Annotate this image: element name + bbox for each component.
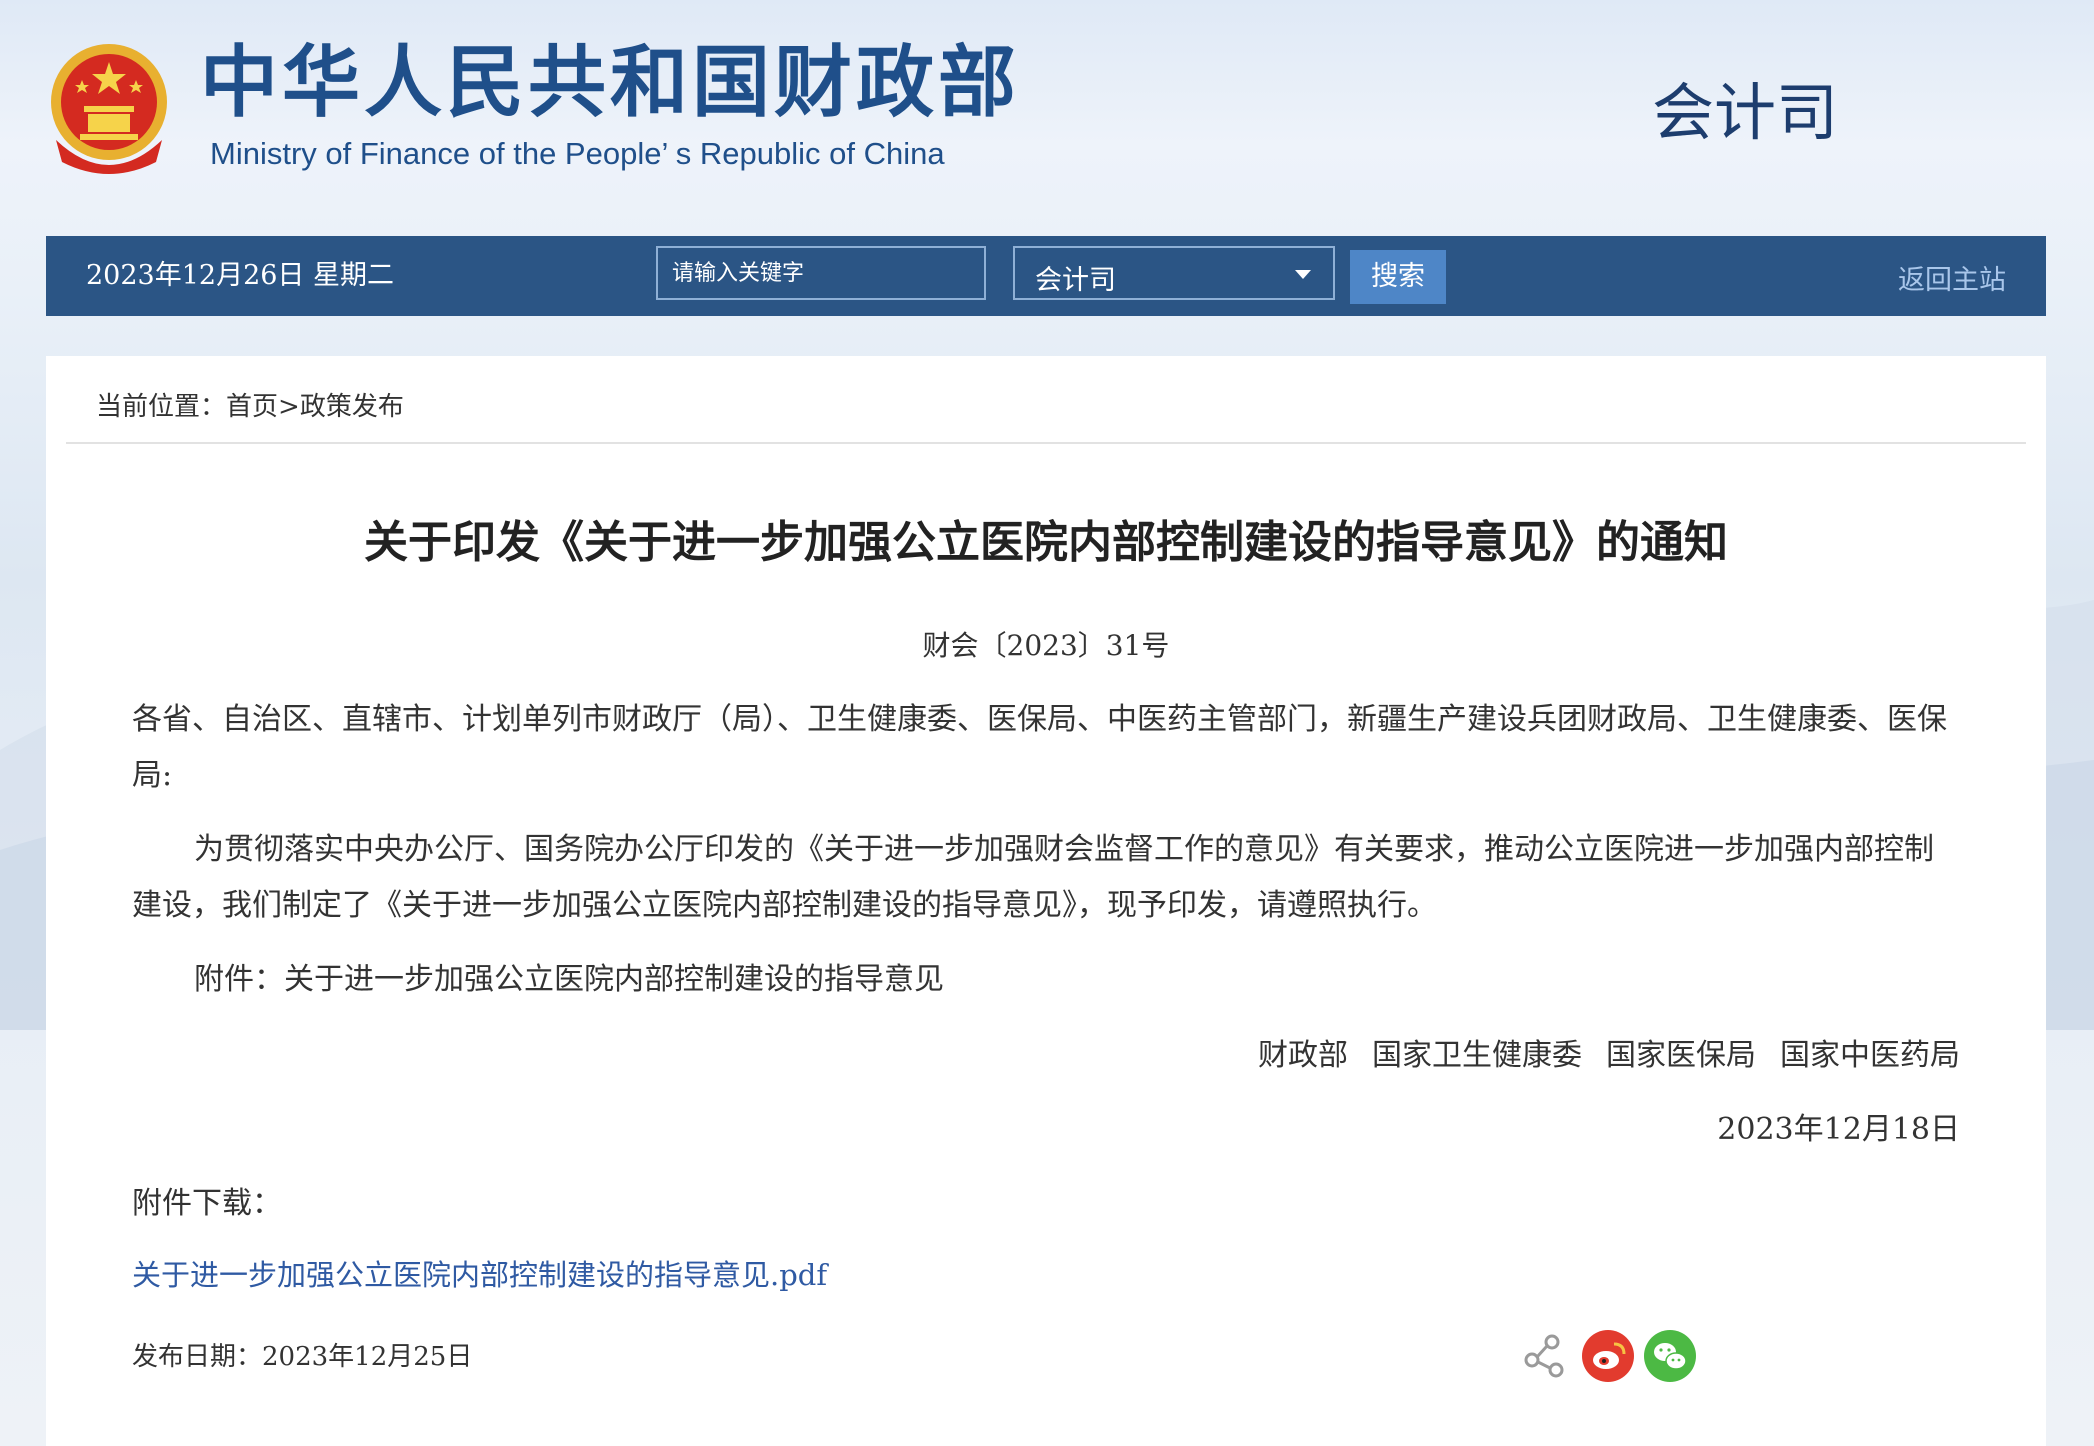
document-number: 财会〔2023〕31号 (922, 629, 1170, 662)
department-title: 会计司 (1652, 76, 1839, 149)
breadcrumb-home-link[interactable]: 首页 (226, 392, 278, 422)
breadcrumb-prefix: 当前位置： (96, 392, 227, 422)
attachment-pdf-link[interactable]: 关于进一步加强公立医院内部控制建设的指导意见.pdf (132, 1252, 827, 1294)
content-panel: 当前位置：首页>政策发布 关于印发《关于进一步加强公立医院内部控制建设的指导意见… (46, 356, 2046, 1446)
breadcrumb-current-link[interactable]: 政策发布 (300, 392, 404, 422)
breadcrumb: 当前位置：首页>政策发布 (96, 386, 404, 423)
breadcrumb-separator: > (278, 392, 300, 422)
search-input[interactable] (656, 246, 986, 300)
signer: 国家中医药局 (1780, 1038, 1960, 1073)
chevron-down-icon (1295, 270, 1311, 279)
return-home-link[interactable]: 返回主站 (1898, 258, 2006, 297)
addressees-paragraph: 各省、自治区、直辖市、计划单列市财政厅（局）、卫生健康委、医保局、中医药主管部门… (132, 702, 1947, 793)
publish-date: 发布日期：2023年12月25日 (132, 1342, 473, 1372)
sign-date: 2023年12月18日 (1717, 1112, 1960, 1147)
signers: 财政部 国家卫生健康委 国家医保局 国家中医药局 (1234, 1030, 1960, 1074)
site-header: 中华人民共和国财政部 Ministry of Finance of the Pe… (0, 0, 2094, 236)
weibo-icon[interactable] (1582, 1330, 1634, 1382)
signer: 国家医保局 (1606, 1038, 1756, 1073)
national-emblem-icon (51, 44, 167, 174)
search-button[interactable]: 搜索 (1350, 250, 1446, 304)
department-select-value: 会计司 (1035, 265, 1116, 296)
signer: 国家卫生健康委 (1372, 1038, 1582, 1073)
attachment-line: 附件：关于进一步加强公立医院内部控制建设的指导意见 (194, 962, 944, 997)
nav-bar: 2023年12月26日 星期二 会计司 搜索 返回主站 (46, 236, 2046, 316)
share-icon[interactable] (1518, 1330, 1570, 1382)
current-date: 2023年12月26日 星期二 (86, 260, 395, 291)
article-title: 关于印发《关于进一步加强公立医院内部控制建设的指导意见》的通知 (364, 517, 1728, 568)
ministry-chinese-title: 中华人民共和国财政部 (200, 38, 1021, 128)
signer: 财政部 (1258, 1038, 1348, 1073)
breadcrumb-divider (66, 442, 2026, 444)
body-paragraph: 为贯彻落实中央办公厅、国务院办公厅印发的《关于进一步加强财会监督工作的意见》有关… (132, 832, 1934, 923)
department-select[interactable]: 会计司 (1013, 246, 1335, 300)
attachment-download-label: 附件下载： (132, 1186, 282, 1221)
ministry-english-title: Ministry of Finance of the People’ s Rep… (210, 136, 945, 171)
wechat-icon[interactable] (1644, 1330, 1696, 1382)
